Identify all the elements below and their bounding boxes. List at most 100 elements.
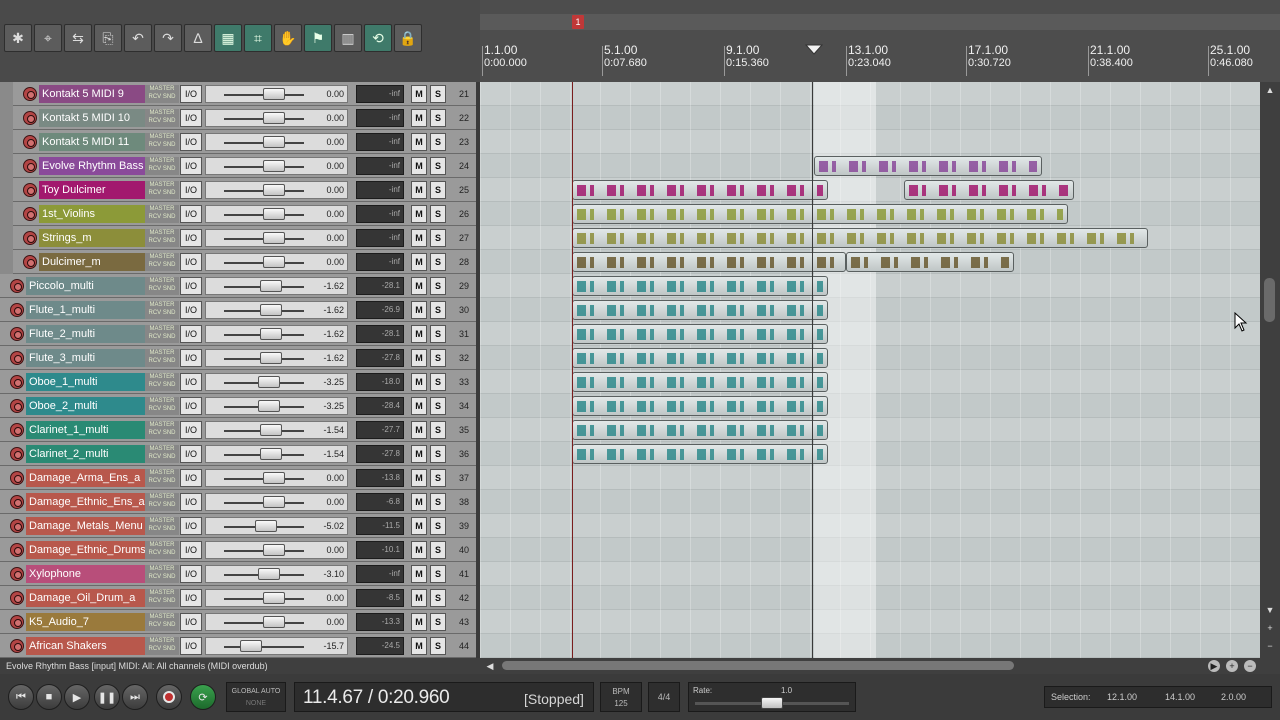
fader-knob[interactable]	[262, 472, 285, 484]
mute-button[interactable]: M	[411, 277, 427, 295]
peak-meter[interactable]: -28.4	[356, 397, 404, 415]
io-button[interactable]: I/O	[180, 421, 202, 439]
io-button[interactable]: I/O	[180, 229, 202, 247]
peak-meter[interactable]: -inf	[356, 205, 404, 223]
peak-meter[interactable]: -inf	[356, 253, 404, 271]
solo-button[interactable]: S	[430, 205, 446, 223]
mute-button[interactable]: M	[411, 325, 427, 343]
track-row[interactable]: Flute_2_multi MASTER RCV SND I/O -1.62 -28.1 M…	[0, 322, 476, 346]
fader-knob[interactable]	[262, 208, 285, 220]
mute-button[interactable]: M	[411, 421, 427, 439]
record-arm-button[interactable]	[10, 495, 24, 509]
solo-button[interactable]: S	[430, 325, 446, 343]
record-arm-button[interactable]	[23, 231, 37, 245]
record-arm-button[interactable]	[23, 183, 37, 197]
project-marker-1[interactable]: 1	[572, 15, 584, 29]
track-name[interactable]: Damage_Ethnic_Ens_a	[26, 493, 145, 511]
peak-meter[interactable]: -28.1	[356, 277, 404, 295]
track-name[interactable]: Piccolo_multi	[26, 277, 145, 295]
fader-knob[interactable]	[262, 88, 285, 100]
track-name[interactable]: Evolve Rhythm Bass	[39, 157, 145, 175]
solo-button[interactable]: S	[430, 397, 446, 415]
midi-item[interactable]	[572, 228, 1148, 248]
volume-fader[interactable]: -1.62	[205, 349, 348, 367]
mute-button[interactable]: M	[411, 397, 427, 415]
io-button[interactable]: I/O	[180, 85, 202, 103]
snap-item-button[interactable]: ⌖	[34, 24, 62, 52]
mute-button[interactable]: M	[411, 229, 427, 247]
record-arm-button[interactable]	[23, 159, 37, 173]
peak-meter[interactable]: -27.7	[356, 421, 404, 439]
peak-meter[interactable]: -6.8	[356, 493, 404, 511]
edit-cursor-icon[interactable]	[804, 44, 824, 56]
peak-meter[interactable]: -inf	[356, 181, 404, 199]
io-button[interactable]: I/O	[180, 445, 202, 463]
zoom-out-vertical-icon[interactable]: −	[1264, 640, 1276, 652]
track-row[interactable]: Kontakt 5 MIDI 10 MASTER RCV SND I/O 0.00 -in…	[0, 106, 476, 130]
volume-fader[interactable]: -1.62	[205, 325, 348, 343]
track-name[interactable]: Flute_2_multi	[26, 325, 145, 343]
io-button[interactable]: I/O	[180, 637, 202, 655]
fader-knob[interactable]	[262, 592, 285, 604]
track-name[interactable]: Kontakt 5 MIDI 11	[39, 133, 145, 151]
track-name[interactable]: Damage_Oil_Drum_a	[26, 589, 145, 607]
record-arm-button[interactable]	[10, 375, 24, 389]
peak-meter[interactable]: -13.3	[356, 613, 404, 631]
record-arm-button[interactable]	[10, 423, 24, 437]
peak-meter[interactable]: -10.1	[356, 541, 404, 559]
solo-button[interactable]: S	[430, 181, 446, 199]
record-arm-button[interactable]	[10, 519, 24, 533]
zoom-out-horizontal-icon[interactable]: −	[1244, 660, 1256, 672]
track-name[interactable]: Kontakt 5 MIDI 9	[39, 85, 145, 103]
peak-meter[interactable]: -8.5	[356, 589, 404, 607]
mute-button[interactable]: M	[411, 301, 427, 319]
track-name[interactable]: Oboe_1_multi	[26, 373, 145, 391]
vertical-scrollbar[interactable]: ▲ ▼ + −	[1260, 82, 1280, 658]
solo-button[interactable]: S	[430, 589, 446, 607]
fader-knob[interactable]	[262, 616, 285, 628]
midi-item[interactable]	[572, 204, 1068, 224]
solo-button[interactable]: S	[430, 373, 446, 391]
track-name[interactable]: Xylophone	[26, 565, 145, 583]
fader-knob[interactable]	[262, 112, 285, 124]
track-name[interactable]: Flute_3_multi	[26, 349, 145, 367]
volume-fader[interactable]: 0.00	[205, 613, 348, 631]
record-arm-button[interactable]	[23, 87, 37, 101]
solo-button[interactable]: S	[430, 229, 446, 247]
global-automation-button[interactable]: GLOBAL AUTO NONE	[226, 682, 286, 712]
track-name[interactable]: Clarinet_1_multi	[26, 421, 145, 439]
record-arm-button[interactable]	[23, 111, 37, 125]
item-grouping-button[interactable]: ▦	[214, 24, 242, 52]
io-button[interactable]: I/O	[180, 349, 202, 367]
io-button[interactable]: I/O	[180, 205, 202, 223]
timeline-ruler[interactable]: 1 1.1.00 0:00.000 5.1.00 0:07.680 9.1.00 0:15…	[480, 0, 1280, 82]
volume-fader[interactable]: -15.7	[205, 637, 348, 655]
track-row[interactable]: Clarinet_1_multi MASTER RCV SND I/O -1.54 -27…	[0, 418, 476, 442]
record-arm-button[interactable]	[23, 255, 37, 269]
peak-meter[interactable]: -inf	[356, 229, 404, 247]
io-button[interactable]: I/O	[180, 565, 202, 583]
go-to-end-button[interactable]: ⏭	[122, 684, 148, 710]
io-button[interactable]: I/O	[180, 397, 202, 415]
io-button[interactable]: I/O	[180, 613, 202, 631]
volume-fader[interactable]: 0.00	[205, 589, 348, 607]
zoom-in-vertical-icon[interactable]: +	[1264, 622, 1276, 634]
track-name[interactable]: K5_Audio_7	[26, 613, 145, 631]
midi-item[interactable]	[572, 372, 828, 392]
volume-fader[interactable]: 0.00	[205, 493, 348, 511]
volume-fader[interactable]: -3.25	[205, 373, 348, 391]
volume-fader[interactable]: -1.62	[205, 301, 348, 319]
midi-item[interactable]	[814, 156, 1042, 176]
track-row[interactable]: 1st_Violins MASTER RCV SND I/O 0.00 -inf M S 26	[0, 202, 476, 226]
fader-knob[interactable]	[260, 448, 283, 460]
mute-button[interactable]: M	[411, 541, 427, 559]
fader-knob[interactable]	[257, 376, 280, 388]
io-button[interactable]: I/O	[180, 469, 202, 487]
solo-button[interactable]: S	[430, 277, 446, 295]
record-arm-button[interactable]	[10, 303, 24, 317]
scroll-down-icon[interactable]: ▼	[1264, 604, 1276, 616]
volume-fader[interactable]: 0.00	[205, 181, 348, 199]
tempo-display[interactable]: BPM 125	[600, 682, 642, 712]
solo-button[interactable]: S	[430, 133, 446, 151]
selection-display[interactable]: Selection: 12.1.00 14.1.00 2.0.00	[1044, 686, 1272, 708]
